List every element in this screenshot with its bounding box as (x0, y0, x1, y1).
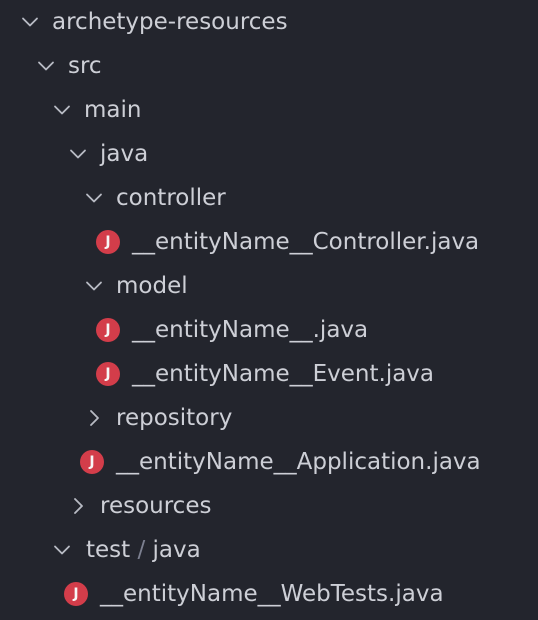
tree-item-model[interactable]: model (0, 264, 538, 308)
tree-item-label: src (68, 53, 102, 79)
java-file-icon: J (96, 362, 120, 386)
tree-item-label: controller (116, 185, 226, 211)
chevron-right-icon (66, 494, 90, 518)
file-explorer-tree: archetype-resources src main java contro… (0, 0, 538, 620)
compact-folder-label: test / java (86, 528, 201, 572)
java-file-icon: J (96, 318, 120, 342)
tree-item-test-java[interactable]: test / java (0, 528, 538, 572)
tree-item-resources[interactable]: resources (0, 484, 538, 528)
chevron-down-icon (34, 54, 58, 78)
tree-item-label: __entityName__.java (132, 317, 369, 343)
tree-item-java[interactable]: java (0, 132, 538, 176)
chevron-down-icon (82, 274, 106, 298)
folder-separator: / (137, 537, 146, 563)
folder-segment-java[interactable]: java (153, 537, 201, 563)
tree-item-label: __entityName__Controller.java (132, 229, 480, 255)
tree-item-label: __entityName__Event.java (132, 361, 435, 387)
tree-item-label: repository (116, 405, 233, 431)
chevron-down-icon (50, 98, 74, 122)
tree-item-label: __entityName__Application.java (116, 449, 481, 475)
java-file-icon: J (64, 582, 88, 606)
tree-item-controller[interactable]: controller (0, 176, 538, 220)
java-file-icon: J (80, 450, 104, 474)
chevron-down-icon (18, 10, 42, 34)
chevron-right-icon (82, 406, 106, 430)
tree-item-label: resources (100, 493, 212, 519)
tree-item-event-java[interactable]: J __entityName__Event.java (0, 352, 538, 396)
tree-item-archetype-resources[interactable]: archetype-resources (0, 0, 538, 44)
tree-item-controller-java[interactable]: J __entityName__Controller.java (0, 220, 538, 264)
tree-item-repository[interactable]: repository (0, 396, 538, 440)
folder-segment-test[interactable]: test (86, 537, 130, 563)
tree-item-src[interactable]: src (0, 44, 538, 88)
tree-item-main[interactable]: main (0, 88, 538, 132)
chevron-down-icon (66, 142, 90, 166)
tree-item-label: model (116, 273, 188, 299)
java-file-icon: J (96, 230, 120, 254)
tree-item-model-java[interactable]: J __entityName__.java (0, 308, 538, 352)
tree-item-label: archetype-resources (52, 9, 288, 35)
tree-item-label: java (100, 141, 149, 167)
tree-item-webtests-java[interactable]: J __entityName__WebTests.java (0, 572, 538, 616)
tree-item-label: __entityName__WebTests.java (100, 581, 444, 607)
tree-item-label: main (84, 97, 142, 123)
chevron-down-icon (82, 186, 106, 210)
chevron-down-icon (50, 538, 74, 562)
tree-item-application-java[interactable]: J __entityName__Application.java (0, 440, 538, 484)
